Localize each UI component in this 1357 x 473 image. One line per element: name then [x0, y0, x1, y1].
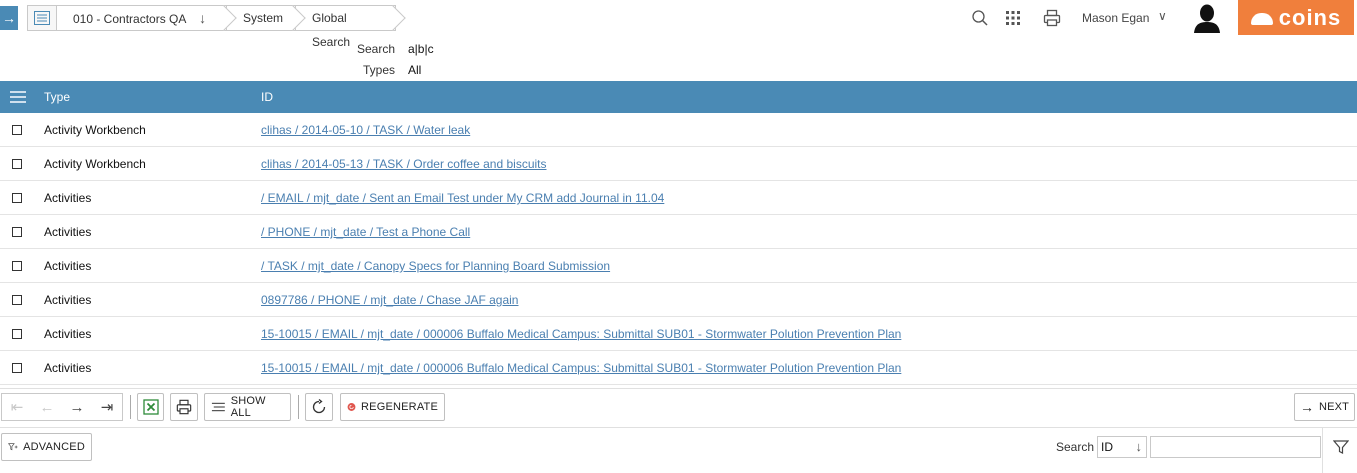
search-icon[interactable]	[970, 8, 990, 28]
row-checkbox[interactable]	[12, 295, 22, 305]
footer-divider	[1322, 428, 1323, 473]
row-checkbox[interactable]	[12, 125, 22, 135]
table-header: Type ID	[0, 81, 1357, 113]
advanced-label: ADVANCED	[23, 441, 85, 453]
column-menu-icon[interactable]	[10, 91, 26, 106]
regenerate-button[interactable]: REGENERATE	[340, 393, 445, 421]
row-type: Activities	[44, 225, 92, 239]
row-type: Activities	[44, 191, 92, 205]
refresh-icon	[312, 399, 326, 414]
filter-add-icon	[8, 443, 18, 451]
toolbar-divider	[298, 395, 299, 419]
table-row: Activities / EMAIL / mjt_date / Sent an …	[0, 181, 1357, 215]
row-type: Activities	[44, 259, 92, 273]
column-header-id[interactable]: ID	[261, 90, 273, 104]
print-icon[interactable]	[1042, 8, 1062, 28]
expand-menu-button[interactable]: →	[0, 6, 18, 30]
row-checkbox[interactable]	[12, 159, 22, 169]
regenerate-label: REGENERATE	[361, 401, 438, 413]
hard-hat-icon	[1250, 12, 1273, 25]
table-row: Activities 15-10015 / EMAIL / mjt_date /…	[0, 351, 1357, 385]
footer-search-label: Search	[1056, 440, 1095, 454]
types-info-value: All	[408, 63, 422, 77]
table-row: Activity Workbench clihas / 2014-05-10 /…	[0, 113, 1357, 147]
row-id-link[interactable]: 15-10015 / EMAIL / mjt_date / 000006 Buf…	[261, 327, 901, 341]
user-silhouette-icon	[1194, 4, 1220, 33]
refresh-button[interactable]	[305, 393, 333, 421]
chevron-down-icon[interactable]: ∨	[1158, 9, 1167, 23]
row-checkbox[interactable]	[12, 363, 22, 373]
breadcrumb-global-search[interactable]: Global Search	[296, 5, 396, 49]
types-info-label: Types	[362, 63, 395, 77]
avatar[interactable]	[1192, 3, 1222, 33]
list-icon	[34, 11, 50, 25]
arrow-down-icon: ↓	[1135, 439, 1143, 454]
row-id-link[interactable]: 0897786 / PHONE / mjt_date / Chase JAF a…	[261, 293, 518, 307]
breadcrumb-label: 010 - Contractors QA	[73, 12, 186, 26]
row-id-link[interactable]: clihas / 2014-05-13 / TASK / Order coffe…	[261, 157, 547, 171]
row-id-link[interactable]: 15-10015 / EMAIL / mjt_date / 000006 Buf…	[261, 361, 901, 375]
footer-search-input[interactable]	[1150, 436, 1321, 458]
user-name[interactable]: Mason Egan	[1082, 11, 1149, 25]
last-page-icon[interactable]: ⇥	[92, 394, 122, 420]
filter-icon[interactable]	[1332, 439, 1350, 455]
print-button[interactable]	[170, 393, 198, 421]
breadcrumb-home-button[interactable]	[27, 5, 57, 31]
show-all-button[interactable]: SHOW ALL	[204, 393, 291, 421]
excel-icon	[142, 399, 159, 415]
next-label: NEXT	[1318, 401, 1350, 413]
top-bar: → 010 - Contractors QA ↓ System Global S…	[0, 0, 1357, 49]
search-footer: ADVANCED Search ID ↓	[0, 427, 1357, 473]
table-row: Activities / PHONE / mjt_date / Test a P…	[0, 215, 1357, 249]
row-type: Activities	[44, 327, 92, 341]
table-row: Activities 0897786 / PHONE / mjt_date / …	[0, 283, 1357, 317]
pager: ⇤ ← → ⇥	[1, 393, 123, 421]
row-id-link[interactable]: clihas / 2014-05-10 / TASK / Water leak	[261, 123, 470, 137]
show-all-label: SHOW ALL	[230, 395, 266, 419]
table-row: Activities 15-10015 / EMAIL / mjt_date /…	[0, 317, 1357, 351]
row-checkbox[interactable]	[12, 329, 22, 339]
row-id-link[interactable]: / PHONE / mjt_date / Test a Phone Call	[261, 225, 470, 239]
previous-page-icon[interactable]: ←	[32, 394, 62, 420]
breadcrumb-company[interactable]: 010 - Contractors QA ↓	[57, 5, 227, 31]
row-type: Activity Workbench	[44, 157, 146, 171]
row-id-link[interactable]: / EMAIL / mjt_date / Sent an Email Test …	[261, 191, 664, 205]
list-lines-icon	[211, 402, 225, 412]
export-excel-button[interactable]	[137, 393, 164, 421]
next-page-icon[interactable]: →	[62, 394, 92, 420]
logo-text: coins	[1278, 4, 1342, 30]
coins-logo: coins	[1238, 0, 1354, 35]
row-checkbox[interactable]	[12, 193, 22, 203]
table-row: Activity Workbench clihas / 2014-05-13 /…	[0, 147, 1357, 181]
search-field-value: ID	[1101, 440, 1113, 454]
row-type: Activities	[44, 293, 92, 307]
arrow-down-icon: ↓	[199, 10, 207, 26]
row-type: Activity Workbench	[44, 123, 146, 137]
row-checkbox[interactable]	[12, 227, 22, 237]
row-checkbox[interactable]	[12, 261, 22, 271]
regenerate-icon	[347, 403, 356, 411]
advanced-filter-button[interactable]: ADVANCED	[1, 433, 92, 461]
row-id-link[interactable]: / TASK / mjt_date / Canopy Specs for Pla…	[261, 259, 610, 273]
breadcrumb-label: System	[243, 11, 284, 25]
grid-toolbar: ⇤ ← → ⇥ SHOW ALL REGENERATE → NEXT	[0, 388, 1357, 426]
row-type: Activities	[44, 361, 92, 375]
next-button[interactable]: → NEXT	[1294, 393, 1355, 421]
toolbar-divider	[130, 395, 131, 419]
print-icon	[176, 399, 192, 415]
search-info-value: a|b|c	[408, 42, 434, 56]
column-header-type[interactable]: Type	[44, 90, 70, 104]
apps-grid-icon[interactable]	[1003, 8, 1023, 28]
arrow-right-icon: →	[2, 10, 16, 26]
table-row: Activities / TASK / mjt_date / Canopy Sp…	[0, 249, 1357, 283]
search-field-select[interactable]: ID ↓	[1097, 436, 1147, 458]
breadcrumb-system[interactable]: System	[227, 5, 296, 31]
first-page-icon[interactable]: ⇤	[2, 394, 32, 420]
arrow-right-icon: →	[1299, 399, 1314, 415]
breadcrumb-label: Global Search	[312, 11, 351, 49]
